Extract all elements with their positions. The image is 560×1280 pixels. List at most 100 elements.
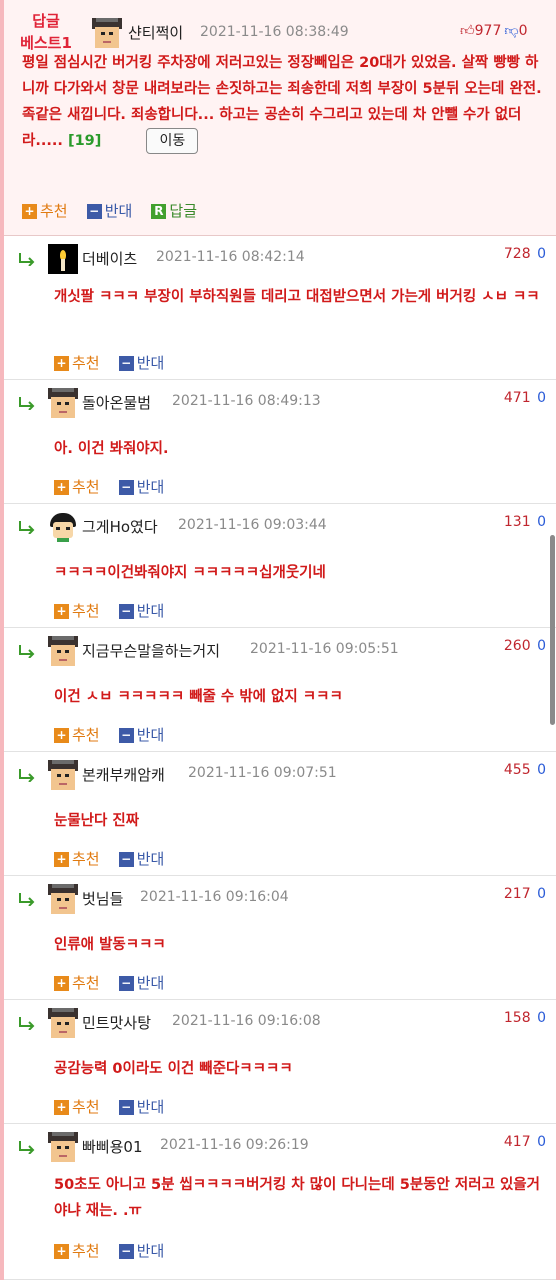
post-time: 2021-11-16 09:16:08	[172, 1013, 321, 1029]
oppose-button[interactable]: − 반대	[118, 1096, 164, 1117]
avatar[interactable]	[48, 884, 78, 914]
oppose-button[interactable]: − 반대	[118, 848, 164, 869]
reply-arrow-icon	[19, 253, 35, 266]
plus-icon: +	[54, 976, 69, 991]
post-time: 2021-11-16 08:38:49	[200, 24, 349, 40]
minus-icon: −	[118, 480, 134, 495]
plus-icon: +	[54, 728, 69, 743]
reply-text: 공감능력 0이라도 이건 빼준다ㅋㅋㅋㅋ	[54, 1061, 293, 1077]
author-name[interactable]: 더베이츠	[82, 248, 137, 269]
oppose-button[interactable]: − 반대	[118, 972, 164, 993]
avatar[interactable]	[48, 244, 78, 274]
reply-actions: + 추천 − 반대	[54, 352, 178, 374]
reply-text: ㅋㅋㅋㅋ이건봐줘야지 ㅋㅋㅋㅋㅋ십개웃기네	[54, 565, 326, 581]
plus-icon: +	[54, 1100, 69, 1115]
oppose-button[interactable]: − 반대	[118, 1240, 164, 1261]
minus-icon: −	[118, 976, 134, 991]
vote-score: 471 0	[503, 390, 546, 406]
avatar[interactable]	[48, 1132, 78, 1162]
recommend-button[interactable]: + 추천	[54, 1240, 100, 1261]
recommend-button[interactable]: + 추천	[54, 724, 100, 745]
reply-text: 개싯팔 ㅋㅋㅋ 부장이 부하직원들 데리고 대접받으면서 가는게 버거킹 ㅅㅂ …	[54, 289, 540, 305]
minus-icon: −	[118, 1100, 134, 1115]
reply-item: 본캐부캐암캐 2021-11-16 09:07:51 455 0 눈물난다 진짜…	[4, 752, 556, 876]
plus-icon: +	[54, 480, 69, 495]
reply-item: 돌아온물범 2021-11-16 08:49:13 471 0 아. 이건 봐줘…	[4, 380, 556, 504]
author-name[interactable]: 벗님들	[82, 888, 123, 909]
avatar[interactable]	[48, 1008, 78, 1038]
reply-actions: + 추천 − 반대	[54, 724, 178, 746]
reply-item: 그게Ho였다 2021-11-16 09:03:44 131 0 ㅋㅋㅋㅋ이건봐…	[4, 504, 556, 628]
vote-score: 131 0	[503, 514, 546, 530]
recommend-button[interactable]: + 추천	[54, 600, 100, 621]
reply-arrow-icon	[19, 1141, 35, 1154]
reply-button[interactable]: R 답글	[151, 200, 197, 221]
reply-arrow-icon	[19, 645, 35, 658]
minus-icon: −	[118, 852, 134, 867]
recommend-button[interactable]: + 추천	[54, 848, 100, 869]
plus-icon: +	[54, 356, 69, 371]
vote-score: 728 0	[503, 246, 546, 262]
reply-actions: + 추천 − 반대	[54, 1240, 178, 1262]
author-name[interactable]: 민트맛사탕	[82, 1012, 151, 1033]
recommend-button[interactable]: + 추천	[54, 1096, 100, 1117]
reply-item: 더베이츠 2021-11-16 08:42:14 728 0 개싯팔 ㅋㅋㅋ 부…	[4, 236, 556, 380]
reply-arrow-icon	[19, 893, 35, 906]
reply-actions: + 추천 − 반대	[54, 1096, 178, 1118]
scrollbar[interactable]	[550, 535, 555, 725]
plus-icon: +	[54, 852, 69, 867]
vote-score: 158 0	[503, 1010, 546, 1026]
author-name[interactable]: 그게Ho였다	[82, 516, 158, 537]
reply-item: 빠삐용01 2021-11-16 09:26:19 417 0 50초도 아니고…	[4, 1124, 556, 1280]
reply-actions: + 추천 − 반대	[54, 600, 178, 622]
avatar[interactable]	[48, 760, 78, 790]
vote-score: 👍︎977 👎︎0	[460, 23, 528, 39]
reply-text: 50초도 아니고 5분 씹ㅋㅋㅋㅋ버거킹 차 많이 다니는데 5분동안 저러고 …	[54, 1177, 540, 1219]
post-time: 2021-11-16 08:42:14	[156, 249, 305, 265]
avatar[interactable]	[92, 18, 122, 48]
reply-item: 벗님들 2021-11-16 09:16:04 217 0 인류애 발동ㅋㅋㅋ …	[4, 876, 556, 1000]
best-reply-text: 평일 점심시간 버거킹 주차장에 저러고있는 정장빼입은 20대가 있었음. 살…	[22, 50, 542, 154]
plus-icon: +	[54, 604, 69, 619]
avatar[interactable]	[48, 388, 78, 418]
reply-arrow-icon	[19, 521, 35, 534]
post-time: 2021-11-16 09:05:51	[250, 641, 399, 657]
minus-icon: −	[86, 204, 102, 219]
best-reply: 답글 베스트1 샨티쩍이 2021-11-16 08:38:49 👍︎977 👎︎…	[4, 0, 556, 236]
vote-score: 217 0	[503, 886, 546, 902]
recommend-button[interactable]: + 추천	[54, 476, 100, 497]
oppose-button[interactable]: − 반대	[118, 600, 164, 621]
thumbs-down-icon: 👎︎	[504, 23, 519, 39]
minus-icon: −	[118, 728, 134, 743]
author-name[interactable]: 본캐부캐암캐	[82, 764, 165, 785]
author-name[interactable]: 돌아온물범	[82, 392, 151, 413]
oppose-button[interactable]: − 반대	[86, 200, 132, 221]
minus-icon: −	[118, 356, 134, 371]
recommend-button[interactable]: + 추천	[54, 972, 100, 993]
author-name[interactable]: 샨티쩍이	[128, 22, 183, 43]
reply-icon: R	[151, 204, 167, 219]
author-name[interactable]: 빠삐용01	[82, 1136, 143, 1157]
reply-text: 인류애 발동ㅋㅋㅋ	[54, 937, 166, 953]
reply-item: 민트맛사탕 2021-11-16 09:16:08 158 0 공감능력 0이라…	[4, 1000, 556, 1124]
move-button[interactable]: 이동	[146, 128, 199, 154]
reply-text: 눈물난다 진짜	[54, 813, 140, 829]
vote-score: 260 0	[503, 638, 546, 654]
avatar[interactable]	[48, 636, 78, 666]
post-time: 2021-11-16 09:16:04	[140, 889, 289, 905]
oppose-button[interactable]: − 반대	[118, 476, 164, 497]
author-name[interactable]: 지금무슨말을하는거지	[82, 640, 220, 661]
reply-arrow-icon	[19, 1017, 35, 1030]
thumbs-up-icon: 👍︎	[460, 23, 475, 39]
best-actions: + 추천 − 반대 R 답글	[22, 200, 211, 222]
post-time: 2021-11-16 09:03:44	[178, 517, 327, 533]
reply-actions: + 추천 − 반대	[54, 848, 178, 870]
recommend-button[interactable]: + 추천	[54, 352, 100, 373]
oppose-button[interactable]: − 반대	[118, 724, 164, 745]
plus-icon: +	[22, 204, 37, 219]
oppose-button[interactable]: − 반대	[118, 352, 164, 373]
comment-count[interactable]: [19]	[68, 133, 101, 149]
recommend-button[interactable]: + 추천	[22, 200, 68, 221]
avatar[interactable]	[48, 512, 78, 542]
reply-actions: + 추천 − 반대	[54, 476, 178, 498]
